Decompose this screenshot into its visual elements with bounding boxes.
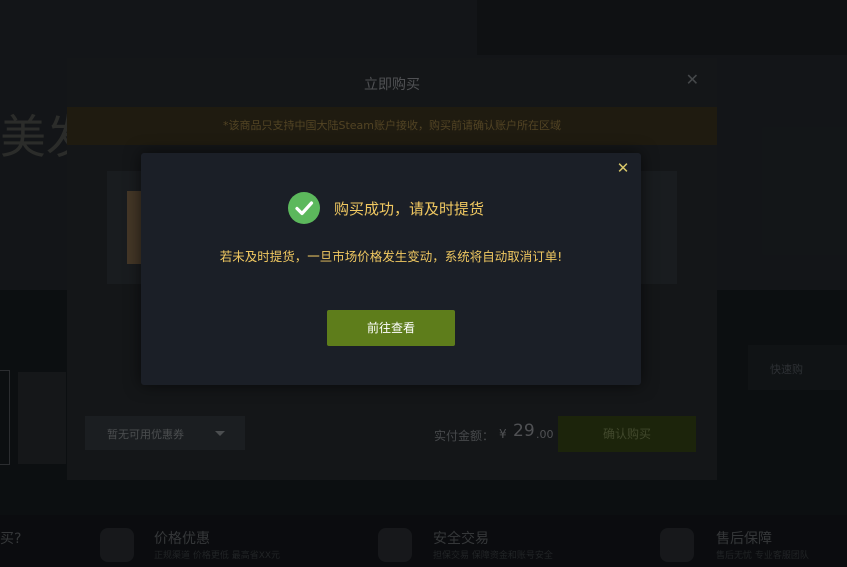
page: 美发 你开 快速购 买? 价格优惠 正规渠道 价格更低 最高省XX元 安全交易 … — [0, 0, 847, 567]
close-icon[interactable]: ✕ — [614, 159, 632, 177]
modal-title: 购买成功，请及时提货 — [334, 200, 485, 218]
success-check-icon — [288, 192, 320, 224]
view-order-button[interactable]: 前往查看 — [327, 310, 455, 346]
purchase-success-modal: ✕ 购买成功，请及时提货 若未及时提货，一旦市场价格发生变动，系统将自动取消订单… — [141, 153, 641, 385]
modal-message: 若未及时提货，一旦市场价格发生变动，系统将自动取消订单! — [219, 249, 563, 264]
